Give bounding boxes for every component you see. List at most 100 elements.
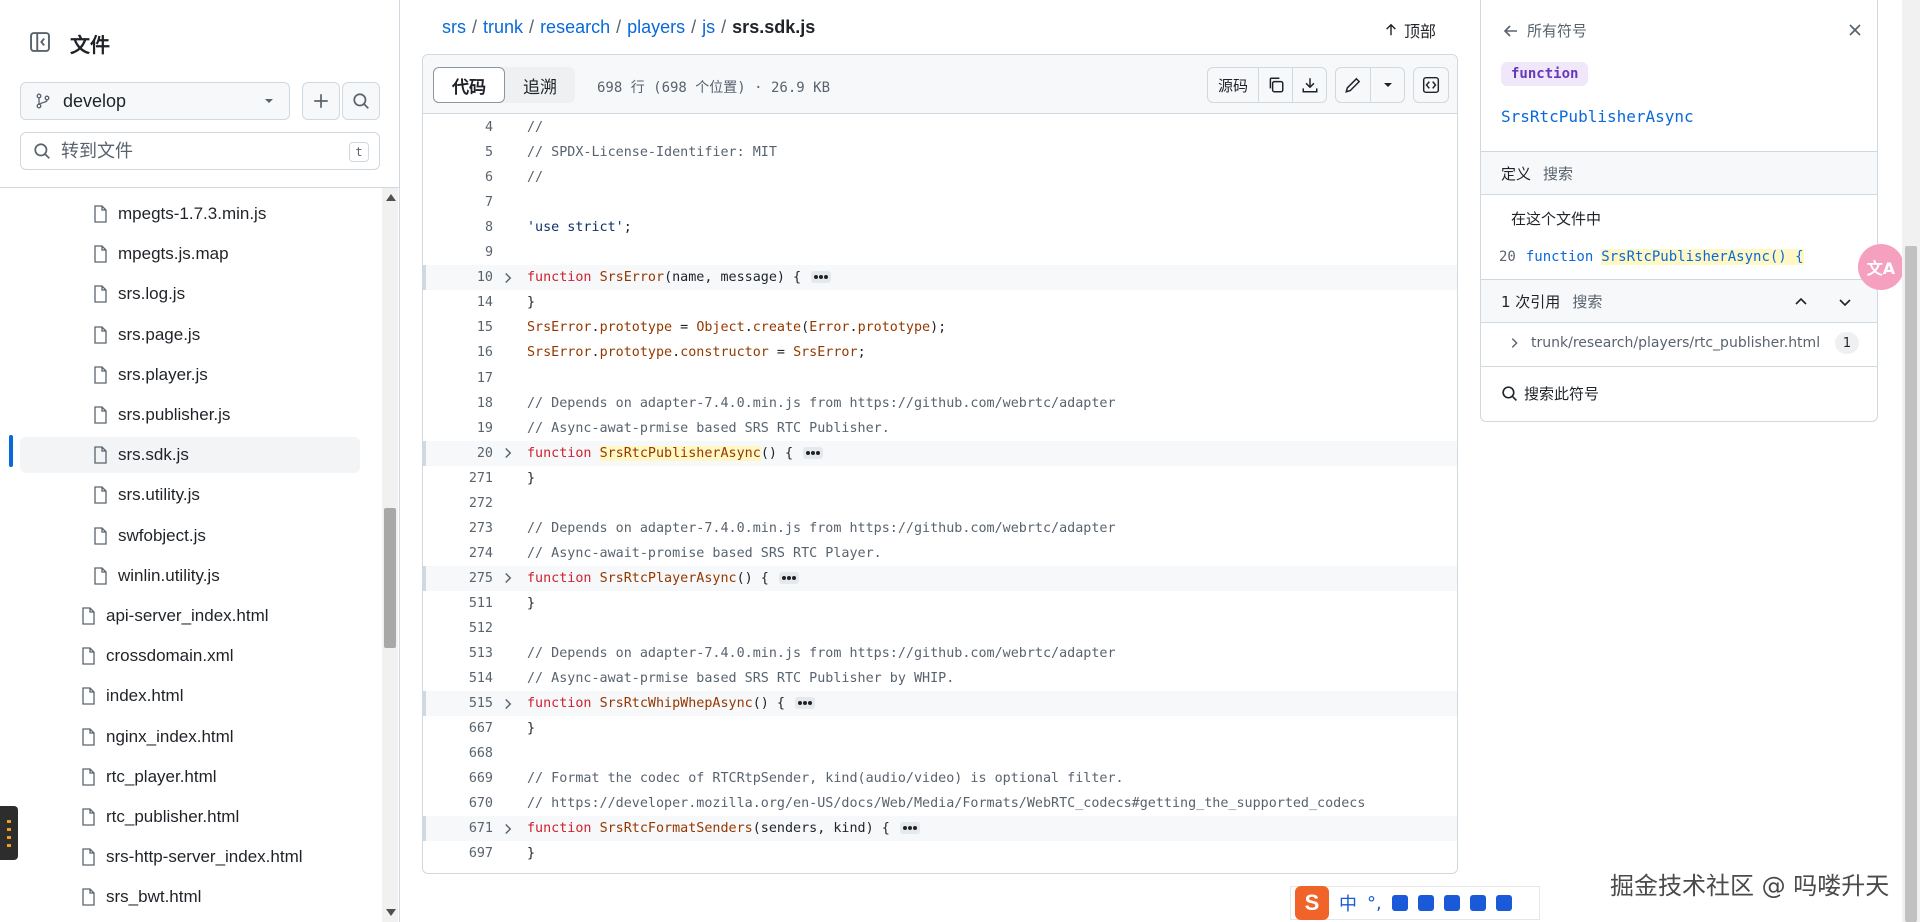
all-symbols-button[interactable]: 所有符号 <box>1503 20 1587 41</box>
line-number[interactable]: 5 <box>423 145 493 160</box>
expand-folded-button[interactable] <box>778 571 799 584</box>
line-number[interactable]: 513 <box>423 646 493 661</box>
reference-item[interactable]: trunk/research/players/rtc_publisher.htm… <box>1481 328 1877 358</box>
breadcrumb-link[interactable]: players <box>627 17 685 37</box>
expand-folded-button[interactable] <box>899 822 920 835</box>
floating-side-widget[interactable] <box>0 806 18 860</box>
tree-file-item[interactable]: crossdomain.xml <box>0 638 360 674</box>
tree-file-item[interactable]: mpegts-1.7.3.min.js <box>0 196 360 232</box>
code-token[interactable]: SrsRtcPublisherAsync <box>599 445 761 461</box>
fold-toggle[interactable] <box>493 572 523 584</box>
breadcrumb-link[interactable]: trunk <box>483 17 523 37</box>
ime-punct[interactable]: °, <box>1367 893 1382 914</box>
tree-file-item[interactable]: api-server_index.html <box>0 598 360 634</box>
expand-folded-button[interactable] <box>803 446 824 459</box>
line-number[interactable]: 7 <box>423 195 493 210</box>
branch-selector[interactable]: develop <box>20 82 290 120</box>
line-number[interactable]: 514 <box>423 671 493 686</box>
line-number[interactable]: 15 <box>423 320 493 335</box>
fold-toggle[interactable] <box>493 272 523 284</box>
expand-folded-button[interactable] <box>795 697 815 710</box>
line-number[interactable]: 274 <box>423 546 493 561</box>
chevron-up-icon[interactable] <box>1793 294 1809 310</box>
skin-icon[interactable] <box>1443 895 1460 911</box>
line-number[interactable]: 20 <box>423 446 493 461</box>
fold-toggle[interactable] <box>493 698 523 710</box>
keyboard-icon[interactable] <box>1417 895 1434 911</box>
definition-line[interactable]: 20 function SrsRtcPublisherAsync() { <box>1481 244 1877 270</box>
tree-file-item[interactable]: srs.publisher.js <box>0 397 360 433</box>
sidebar-scrollbar[interactable] <box>382 188 398 922</box>
search-this-symbol-button[interactable]: 搜索此符号 <box>1481 378 1877 408</box>
tree-file-item[interactable]: index.html <box>0 678 360 714</box>
line-number[interactable]: 697 <box>423 846 493 861</box>
tree-file-item[interactable]: srs.player.js <box>0 357 360 393</box>
tree-file-item[interactable]: rtc_publisher.html <box>0 799 360 835</box>
line-number[interactable]: 19 <box>423 421 493 436</box>
go-to-file-field[interactable]: t <box>20 132 380 170</box>
scroll-up-arrow[interactable] <box>386 194 396 201</box>
go-to-file-input[interactable] <box>61 140 341 162</box>
ime-mode[interactable]: 中 <box>1339 890 1357 916</box>
line-number[interactable]: 667 <box>423 721 493 736</box>
collapse-sidebar-button[interactable] <box>20 24 60 60</box>
microphone-icon[interactable] <box>1391 895 1408 911</box>
tree-file-item[interactable]: rtc_player.html <box>0 759 360 795</box>
close-symbols-button[interactable] <box>1847 22 1863 43</box>
raw-button[interactable]: 源码 <box>1208 68 1258 102</box>
tree-file-item[interactable]: srs.utility.js <box>0 477 360 513</box>
line-number[interactable]: 10 <box>423 270 493 285</box>
back-to-top-button[interactable]: 顶部 <box>1384 18 1436 42</box>
page-scroll-thumb[interactable] <box>1905 246 1917 922</box>
tree-file-item[interactable]: mpegts.js.map <box>0 236 360 272</box>
line-number[interactable]: 16 <box>423 345 493 360</box>
tab-blame[interactable]: 追溯 <box>505 67 575 103</box>
emoji-icon[interactable] <box>1469 895 1486 911</box>
search-files-button[interactable] <box>342 82 380 120</box>
scroll-thumb[interactable] <box>384 508 396 648</box>
line-number[interactable]: 515 <box>423 696 493 711</box>
edit-options-button[interactable] <box>1370 68 1404 102</box>
breadcrumb-link[interactable]: research <box>540 17 610 37</box>
chevron-down-icon[interactable] <box>1837 294 1853 310</box>
line-number[interactable]: 18 <box>423 396 493 411</box>
tree-file-item[interactable]: srs.page.js <box>0 317 360 353</box>
ime-logo[interactable]: S <box>1295 886 1329 920</box>
line-number[interactable]: 669 <box>423 771 493 786</box>
tree-file-item[interactable]: swfobject.js <box>0 518 360 554</box>
page-scrollbar[interactable] <box>1902 0 1920 922</box>
line-number[interactable]: 9 <box>423 245 493 260</box>
tab-code[interactable]: 代码 <box>433 67 505 103</box>
line-number[interactable]: 4 <box>423 120 493 135</box>
line-number[interactable]: 6 <box>423 170 493 185</box>
add-file-button[interactable] <box>302 82 340 120</box>
line-number[interactable]: 271 <box>423 471 493 486</box>
breadcrumb-link[interactable]: js <box>702 17 715 37</box>
tree-file-item[interactable]: srs_bwt.html <box>0 879 360 915</box>
line-number[interactable]: 511 <box>423 596 493 611</box>
line-number[interactable]: 8 <box>423 220 493 235</box>
line-number[interactable]: 273 <box>423 521 493 536</box>
expand-folded-button[interactable] <box>811 271 832 284</box>
translate-button[interactable]: 文A <box>1858 244 1904 290</box>
tree-file-item[interactable]: srs.sdk.js <box>20 437 360 474</box>
line-number[interactable]: 275 <box>423 571 493 586</box>
line-number[interactable]: 272 <box>423 496 493 511</box>
line-number[interactable]: 670 <box>423 796 493 811</box>
edit-button[interactable] <box>1336 68 1370 102</box>
breadcrumb-link[interactable]: srs <box>442 17 466 37</box>
fold-toggle[interactable] <box>493 823 523 835</box>
line-number[interactable]: 14 <box>423 295 493 310</box>
download-button[interactable] <box>1292 68 1326 102</box>
tree-file-item[interactable]: winlin.utility.js <box>0 558 360 594</box>
tree-file-item[interactable]: nginx_index.html <box>0 719 360 755</box>
line-number[interactable]: 512 <box>423 621 493 636</box>
symbols-panel-button[interactable] <box>1414 68 1448 102</box>
line-number[interactable]: 17 <box>423 371 493 386</box>
line-number[interactable]: 671 <box>423 821 493 836</box>
scroll-down-arrow[interactable] <box>386 909 396 916</box>
copy-button[interactable] <box>1258 68 1292 102</box>
fold-toggle[interactable] <box>493 447 523 459</box>
line-number[interactable]: 668 <box>423 746 493 761</box>
tree-file-item[interactable]: srs-http-server_index.html <box>0 839 360 875</box>
